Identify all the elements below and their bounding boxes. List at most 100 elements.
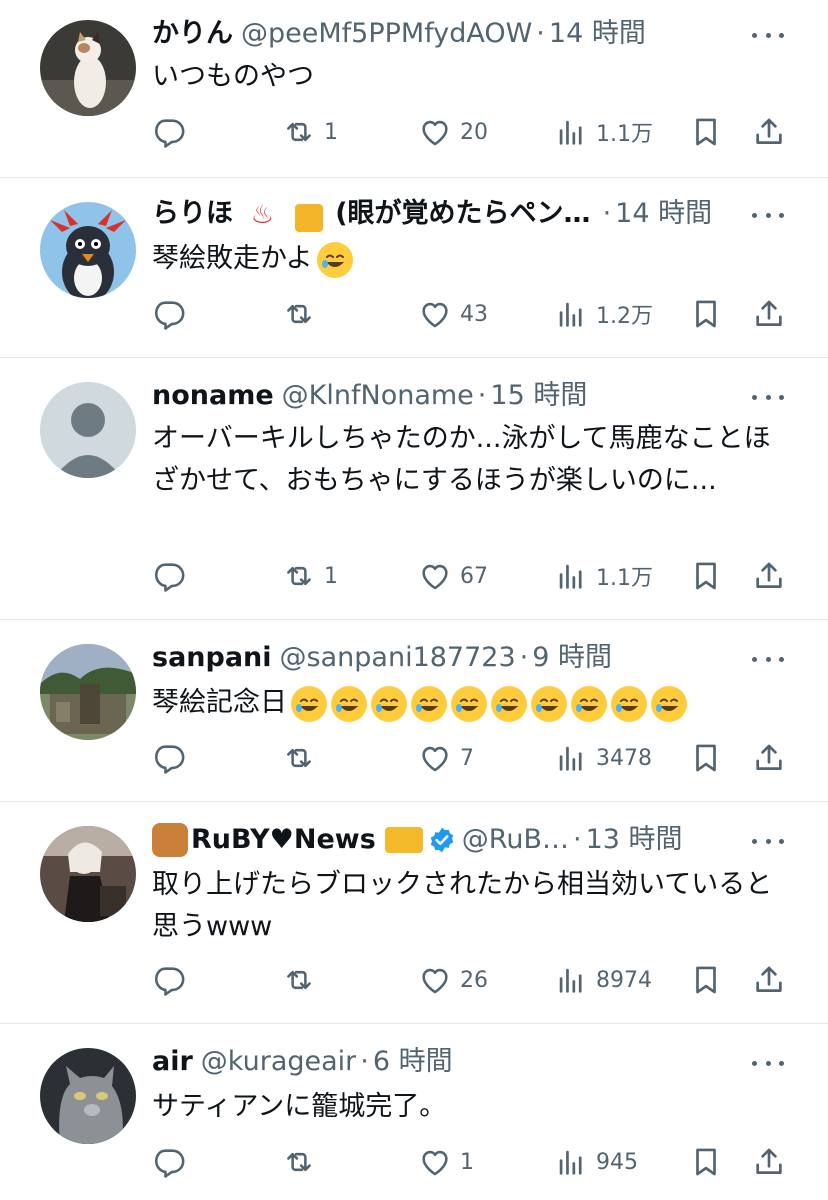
avatar[interactable] [40,826,136,922]
more-options-icon[interactable] [752,1058,784,1068]
heart-icon [418,1145,452,1179]
bookmark-button[interactable] [689,556,723,596]
views-count: 1.1万 [596,566,653,591]
user-handle[interactable]: @kurageair [201,1042,356,1082]
share-button[interactable] [752,112,786,152]
avatar[interactable] [40,382,136,478]
retweet-button[interactable] [282,960,324,1000]
retweet-icon [282,559,316,593]
action-bar: 26 8974 [152,960,788,1000]
reply-icon [152,741,186,775]
crown-emoji [384,827,423,853]
display-name[interactable]: らりほ ♨ (眼が覚めたらペン… [152,194,591,234]
bookmark-icon [689,297,723,331]
more-options-icon[interactable] [752,654,784,664]
timestamp[interactable]: 14 時間 [549,14,646,54]
bookmark-button[interactable] [689,112,723,152]
views-button[interactable]: 1.1万 [554,112,653,152]
reply-button[interactable] [152,960,194,1000]
share-icon [752,963,786,997]
share-button[interactable] [752,960,786,1000]
display-name[interactable]: noname [152,376,274,416]
more-options-icon[interactable] [752,210,784,220]
display-name[interactable]: かりん [152,14,233,54]
views-button[interactable]: 3478 [554,738,652,778]
like-button[interactable]: 20 [418,112,488,152]
retweet-icon [282,1145,316,1179]
retweet-button[interactable]: 1 [282,556,338,596]
share-button[interactable] [752,294,786,334]
views-button[interactable]: 8974 [554,960,652,1000]
display-name[interactable]: sanpani [152,638,272,678]
bookmark-button[interactable] [689,960,723,1000]
views-icon [554,297,588,331]
hot-springs-emoji: ♨ [250,199,275,230]
reply-button[interactable] [152,738,194,778]
like-button[interactable]: 1 [418,1142,474,1182]
avatar[interactable] [40,644,136,740]
tweet-4[interactable]: sanpani @sanpani187723 · 9 時間 琴絵記念日 7 347… [0,620,828,802]
share-button[interactable] [752,738,786,778]
beer-mug-emoji [294,197,323,232]
tweet-2[interactable]: らりほ ♨ (眼が覚めたらペン… · 14 時間 琴絵敗走かよ 43 1.2万 [0,178,828,358]
share-icon [752,1145,786,1179]
bookmark-button[interactable] [689,738,723,778]
views-button[interactable]: 1.1万 [554,556,653,596]
bookmark-button[interactable] [689,294,723,334]
display-name[interactable]: RuBY♥News [191,820,376,860]
share-button[interactable] [752,556,786,596]
separator-dot: · [536,18,545,49]
avatar[interactable] [40,1048,136,1144]
avatar[interactable] [40,20,136,116]
share-icon [752,559,786,593]
reply-button[interactable] [152,112,194,152]
like-count: 1 [460,1149,474,1175]
user-handle[interactable]: @KlnfNoname [282,376,474,416]
reply-icon [152,115,186,149]
reply-button[interactable] [152,556,194,596]
user-handle[interactable]: @RuB… [462,820,569,860]
tweet-3[interactable]: noname @KlnfNoname · 15 時間 オーバーキルしちゃたのか.… [0,358,828,620]
like-button[interactable]: 67 [418,556,488,596]
views-count: 945 [596,1149,638,1175]
more-options-icon[interactable] [752,392,784,402]
user-handle[interactable]: @peeMf5PPMfydAOW [241,14,532,54]
heart-icon [418,963,452,997]
retweet-button[interactable] [282,1142,324,1182]
retweet-button[interactable] [282,294,324,334]
user-handle[interactable]: @sanpani187723 [280,638,516,678]
tweet-1[interactable]: かりん @peeMf5PPMfydAOW · 14 時間 いつものやつ 1 20 1… [0,0,828,178]
avatar[interactable] [40,202,136,298]
tweet-text: 取り上げたらブロックされたから相当効いていると思うwww [152,869,773,942]
timestamp[interactable]: 13 時間 [586,820,683,860]
bookmark-button[interactable] [689,1142,723,1182]
more-options-icon[interactable] [752,30,784,40]
views-button[interactable]: 1.2万 [554,294,653,334]
retweet-button[interactable]: 1 [282,112,338,152]
bookmark-icon [689,1145,723,1179]
retweet-button[interactable] [282,738,324,778]
more-options-icon[interactable] [752,836,784,846]
sweat-smile-emoji [291,685,327,722]
share-icon [752,115,786,149]
action-bar: 1 945 [152,1142,788,1182]
tweet-5[interactable]: RuBY♥News @RuB… · 13 時間 取り上げたらブロックされたから相… [0,802,828,1024]
timestamp[interactable]: 14 時間 [615,194,712,234]
share-button[interactable] [752,1142,786,1182]
timestamp[interactable]: 15 時間 [490,376,587,416]
like-button[interactable]: 43 [418,294,488,334]
like-button[interactable]: 7 [418,738,474,778]
joy-emoji [371,685,407,722]
reply-button[interactable] [152,1142,194,1182]
reply-button[interactable] [152,294,194,334]
display-name[interactable]: air [152,1042,193,1082]
views-button[interactable]: 945 [554,1142,638,1182]
heart-icon [418,297,452,331]
tweet-header: RuBY♥News @RuB… · 13 時間 [152,820,748,860]
like-button[interactable]: 26 [418,960,488,1000]
timestamp[interactable]: 9 時間 [532,638,612,678]
tweet-6[interactable]: air @kurageair · 6 時間 サティアンに籠城完了。 1 945 [0,1024,828,1200]
timestamp[interactable]: 6 時間 [373,1042,453,1082]
retweet-icon [282,963,316,997]
verified-badge-icon [430,827,453,853]
